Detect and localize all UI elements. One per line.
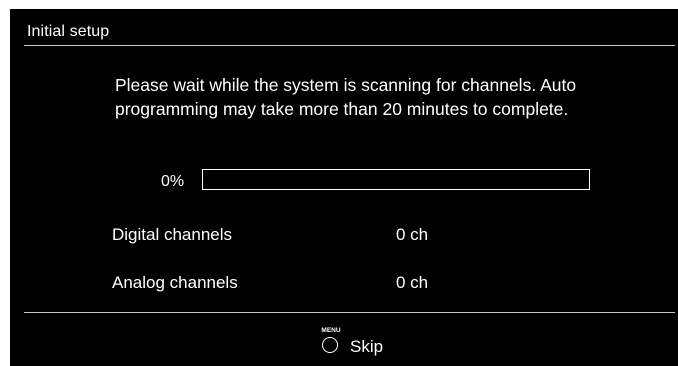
scanning-message: Please wait while the system is scanning… xyxy=(115,75,577,119)
header-divider xyxy=(24,45,675,46)
analog-channels-label: Analog channels xyxy=(112,273,238,292)
skip-button[interactable]: MENU Skip xyxy=(319,327,419,361)
footer-divider xyxy=(24,312,675,313)
menu-key-hint: MENU xyxy=(319,327,343,359)
digital-channels-count: 0 ch xyxy=(396,225,429,244)
digital-channels-label: Digital channels xyxy=(112,225,233,244)
skip-label: Skip xyxy=(350,337,384,356)
analog-channels-count: 0 ch xyxy=(396,273,429,292)
page-title: Initial setup xyxy=(27,23,110,40)
scan-progress-bar xyxy=(202,169,590,190)
progress-percent-label: 0% xyxy=(161,173,185,190)
circle-button-icon xyxy=(322,337,338,353)
menu-key-label: MENU xyxy=(321,327,341,334)
initial-setup-screen: Initial setup Please wait while the syst… xyxy=(10,9,678,366)
